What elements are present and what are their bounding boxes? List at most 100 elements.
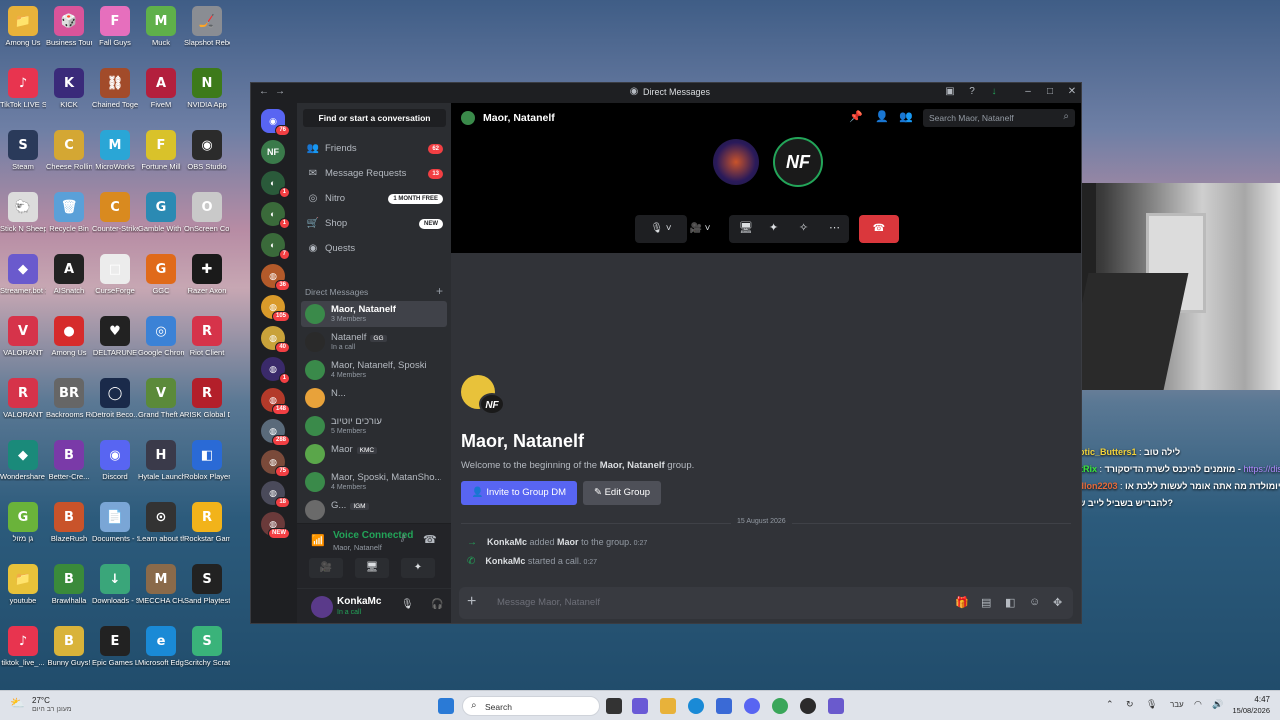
tray-mic-icon[interactable]: 🎙 xyxy=(1146,699,1157,710)
dm-item[interactable]: Maor KMC xyxy=(301,441,447,467)
desktop-icon[interactable]: ◆ Streamer.bot Shortcut xyxy=(0,254,46,295)
desktop-icon[interactable]: ↓ Downloads - Shortcut xyxy=(92,564,138,605)
desktop-icon[interactable]: ◉ OBS Studio xyxy=(184,130,230,171)
search-box[interactable]: Search Maor, Natanelf ⌕ xyxy=(923,109,1075,127)
camera-toggle-call-button[interactable]: 🎥 ˅ xyxy=(679,215,721,243)
dm-item[interactable]: Maor, Natanelf 3 Members xyxy=(301,301,447,327)
camera-toggle-button[interactable]: 🎥 xyxy=(309,558,343,578)
desktop-icon[interactable]: BR Backrooms Rec. xyxy=(46,378,92,419)
forward-arrow-icon[interactable]: → xyxy=(273,86,287,97)
desktop-icon[interactable]: ♪ TikTok LIVE Studio xyxy=(0,68,46,109)
desktop-icon[interactable]: 📁 youtube xyxy=(0,564,46,605)
desktop-icon[interactable]: ◧ Roblox Player xyxy=(184,440,230,481)
server-icon[interactable]: ◍ 148 xyxy=(261,388,290,415)
back-arrow-icon[interactable]: ← xyxy=(257,86,271,97)
server-icon[interactable]: ◍ 105 xyxy=(261,295,290,322)
desktop-icon[interactable]: B Brawlhalla xyxy=(46,564,92,605)
tray-chevron-icon[interactable]: ⌃ xyxy=(1106,699,1114,710)
desktop-icon[interactable]: R RISK Global Domination xyxy=(184,378,230,419)
member-list-icon[interactable]: 👥 xyxy=(899,110,913,123)
headphones-icon[interactable]: 🎧 xyxy=(431,599,443,610)
desktop-icon[interactable]: 📄 Documents - Shortcut xyxy=(92,502,138,543)
close-icon[interactable]: ✕ xyxy=(1065,86,1079,97)
help-icon[interactable]: ? xyxy=(965,86,979,97)
obs-taskbar-icon[interactable] xyxy=(800,698,816,714)
disconnect-icon[interactable]: ☎ xyxy=(423,533,437,546)
desktop-icon[interactable]: ◉ Discord xyxy=(92,440,138,481)
desktop-icon[interactable]: ♥ DELTARUNE xyxy=(92,316,138,357)
server-icon[interactable]: ◍ 75 xyxy=(261,450,290,477)
desktop-icon[interactable]: F Fortune Mill xyxy=(138,130,184,171)
system-actor[interactable]: KonkaMc xyxy=(485,556,525,566)
desktop-icon[interactable]: ◆ Wondershare Filmora 15 xyxy=(0,440,46,481)
dm-item[interactable]: עורכים יוטיוב 5 Members xyxy=(301,413,447,439)
pin-icon[interactable]: 📌 xyxy=(849,110,863,123)
server-icon[interactable]: ◐ 1 xyxy=(261,202,290,229)
noise-suppression-icon[interactable]: ⫽ xyxy=(401,534,405,545)
desktop-icon[interactable]: C Cheese Rolling xyxy=(46,130,92,171)
server-icon[interactable]: ◍ 36 xyxy=(261,264,290,291)
desktop-icon[interactable]: M Muck xyxy=(138,6,184,47)
download-icon[interactable]: ↓ xyxy=(987,86,1001,97)
desktop-icon[interactable]: A AISnatch xyxy=(46,254,92,295)
desktop-icon[interactable]: F Fall Guys xyxy=(92,6,138,47)
soundboard-call-icon[interactable]: ✧ xyxy=(799,221,808,234)
desktop-icon[interactable]: ♪ tiktok_live_... xyxy=(0,626,46,667)
nav-item-friends[interactable]: 👥 Friends 62 xyxy=(301,138,447,160)
desktop-icon[interactable]: ⛓ Chained Together xyxy=(92,68,138,109)
desktop-icon[interactable]: ● Among Us xyxy=(46,316,92,357)
more-options-icon[interactable]: ⋯ xyxy=(829,221,840,234)
desktop-icon[interactable]: M MECCHA CHAMELEON xyxy=(138,564,184,605)
create-dm-icon[interactable]: + xyxy=(436,284,443,298)
dm-item[interactable]: Natanelf GG In a call xyxy=(301,329,447,355)
screen-share-call-icon[interactable]: 🖥 xyxy=(739,221,753,234)
desktop-icon[interactable]: B BlazeRush xyxy=(46,502,92,543)
desktop-icon[interactable]: e Microsoft Edge xyxy=(138,626,184,667)
message-input[interactable]: + Message Maor, Natanelf 🎁 ▤ ◧ ☺ ✥ xyxy=(459,587,1073,619)
mic-icon[interactable]: 🎙 xyxy=(401,599,414,610)
user-avatar[interactable] xyxy=(311,596,333,618)
desktop-icon[interactable]: ✚ Razer Axon xyxy=(184,254,230,295)
desktop-icon[interactable]: R Rockstar Games... xyxy=(184,502,230,543)
language-indicator[interactable]: עבר xyxy=(1170,700,1184,709)
desktop-icon[interactable]: ⊙ Learn about this picture xyxy=(138,502,184,543)
server-icon[interactable]: ◍ 1 xyxy=(261,357,290,384)
dm-item[interactable]: N... xyxy=(301,385,447,411)
desktop-icon[interactable]: 🐑 Stick N Sheep Demo xyxy=(0,192,46,233)
attach-plus-icon[interactable]: + xyxy=(467,593,476,611)
chrome-taskbar-icon[interactable] xyxy=(772,698,788,714)
desktop-icon[interactable]: B Bunny Guys! xyxy=(46,626,92,667)
apps-icon[interactable]: ✥ xyxy=(1053,596,1062,609)
weather-temp[interactable]: 27°C xyxy=(32,696,50,705)
desktop-icon[interactable]: R VALORANT xyxy=(0,378,46,419)
clock-date[interactable]: 15/08/2026 xyxy=(1222,706,1270,715)
desktop-icon[interactable]: H Hytale Launcher xyxy=(138,440,184,481)
clock-time[interactable]: 4:47 xyxy=(1230,695,1270,704)
start-icon[interactable] xyxy=(438,698,454,714)
server-icon[interactable]: ◐ 7 xyxy=(261,233,290,260)
desktop-icon[interactable]: O OnScreen Control xyxy=(184,192,230,233)
edit-group-button[interactable]: ✎ Edit Group xyxy=(583,481,661,505)
weather-icon[interactable]: ⛅ xyxy=(10,696,25,710)
edge-icon[interactable] xyxy=(688,698,704,714)
taskbar-search[interactable]: ⌕ Search xyxy=(462,696,600,716)
server-icon[interactable]: ◉ 76 xyxy=(261,109,290,136)
dm-item[interactable]: Maor, Natanelf, Sposki 4 Members xyxy=(301,357,447,383)
invite-to-group-button[interactable]: 👤 Invite to Group DM xyxy=(461,481,577,505)
system-target[interactable]: Maor xyxy=(557,537,579,547)
teams-icon[interactable] xyxy=(632,698,648,714)
minimize-icon[interactable]: – xyxy=(1021,86,1035,97)
activities-button[interactable]: ✦ xyxy=(401,558,435,578)
call-participant-1[interactable] xyxy=(713,139,759,185)
sticker-icon[interactable]: ◧ xyxy=(1005,596,1015,609)
server-icon[interactable]: ◐ 1 xyxy=(261,171,290,198)
server-icon[interactable]: ◍ 288 xyxy=(261,419,290,446)
desktop-icon[interactable]: B Better-Cre... xyxy=(46,440,92,481)
hang-up-button[interactable]: ☎ xyxy=(859,215,899,243)
nav-item-quests[interactable]: ◉ Quests xyxy=(301,238,447,260)
nav-item-nitro[interactable]: ◎ Nitro 1 MONTH FREE xyxy=(301,188,447,210)
desktop-icon[interactable]: K KICK xyxy=(46,68,92,109)
desktop-icon[interactable]: M MicroWorks xyxy=(92,130,138,171)
add-friends-icon[interactable]: 👤 xyxy=(875,110,889,123)
store-icon[interactable] xyxy=(716,698,732,714)
